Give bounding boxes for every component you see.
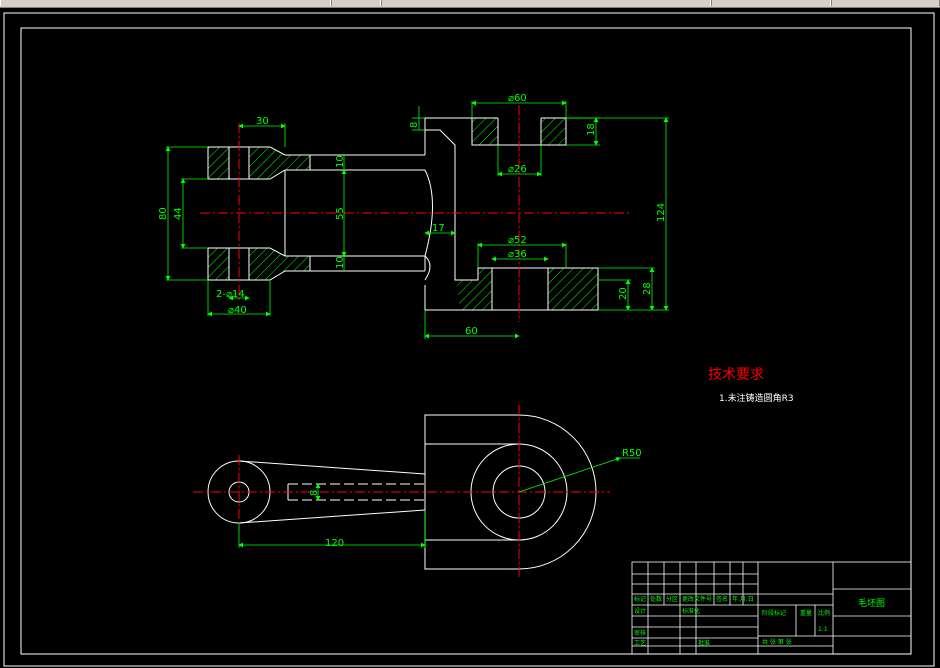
dim-30: 30 [256, 116, 269, 127]
tb-scale-label: 比例 [818, 609, 830, 617]
tb-scale: 1:1 [818, 626, 828, 633]
tb-count: 处数 [650, 595, 662, 603]
dim-124: 124 [656, 203, 667, 222]
hatch-right-bot-a [478, 268, 492, 310]
dim-phi26: ⌀26 [508, 164, 527, 175]
dim-120: 120 [325, 538, 344, 549]
tb-standardization: 标准化 [682, 607, 700, 615]
dim-10-bottom: 10 [335, 256, 346, 269]
tb-designer: 设计 [634, 607, 646, 615]
dim-8-slot: 8 [309, 490, 320, 496]
hatch-left-top-c [270, 147, 310, 179]
dim-80: 80 [158, 207, 169, 220]
tech-requirements-line1: 1.未注铸造圆角R3 [719, 392, 794, 404]
dim-17: 17 [432, 223, 445, 234]
hatch-right-top-a [472, 118, 498, 145]
hatch-left-bot-a [208, 248, 229, 280]
top-view[interactable]: R50 120 8 [193, 405, 642, 578]
front-section-view[interactable]: 30 80 44 10 55 10 2-⌀14 ⌀40 8 ⌀60 18 ⌀26… [158, 93, 669, 339]
hatch-left-top-b [249, 147, 270, 179]
dim-10-top: 10 [335, 155, 346, 168]
tb-signature: 签名 [716, 595, 728, 603]
tb-date: 年.月.日 [732, 595, 754, 603]
hatch-left-bot-c [270, 248, 310, 280]
dim-8: 8 [409, 122, 420, 128]
tb-sheets: 共 张 第 张 [762, 638, 792, 646]
inner-frame [20, 27, 912, 655]
cad-drawing-canvas[interactable]: 30 80 44 10 55 10 2-⌀14 ⌀40 8 ⌀60 18 ⌀26… [0, 8, 940, 668]
hatch-right-top-b [541, 118, 566, 145]
dim-2-phi14: 2-⌀14 [216, 289, 245, 300]
dim-phi40: ⌀40 [228, 305, 247, 316]
hatch-right-bot-c [456, 280, 478, 310]
tech-requirements-title: 技术要求 [708, 367, 764, 383]
tb-approve: 批准 [698, 639, 710, 647]
tb-drawing-name: 毛坯图 [858, 597, 885, 609]
hatch-left-top-a [208, 147, 229, 179]
outer-frame [3, 12, 935, 667]
dim-phi36: ⌀36 [508, 249, 527, 260]
tb-change-doc: 更改文件号 [682, 595, 712, 603]
hatch-left-bot-b [249, 248, 270, 280]
dim-phi60: ⌀60 [508, 93, 527, 104]
tb-reviewer: 审核 [634, 629, 646, 637]
tb-stage-mark: 阶段标记 [762, 609, 786, 617]
dim-55: 55 [335, 207, 346, 220]
title-block: 标记 处数 分区 更改文件号 签名 年.月.日 设计 标准化 阶段标记 重量 比… [631, 561, 912, 655]
tb-process: 工艺 [634, 639, 646, 647]
dim-60: 60 [465, 326, 478, 337]
dim-18: 18 [586, 123, 597, 136]
dim-20: 20 [618, 287, 629, 300]
cad-toolbar-strip [0, 0, 940, 8]
dim-44: 44 [173, 207, 184, 220]
dim-R50: R50 [622, 448, 642, 459]
tb-weight: 重量 [800, 609, 812, 617]
dim-28: 28 [642, 282, 653, 295]
tb-mark: 标记 [634, 595, 646, 603]
dim-phi52: ⌀52 [508, 235, 527, 246]
hatch-right-bot-b [548, 268, 598, 310]
tb-zone: 分区 [666, 595, 678, 603]
